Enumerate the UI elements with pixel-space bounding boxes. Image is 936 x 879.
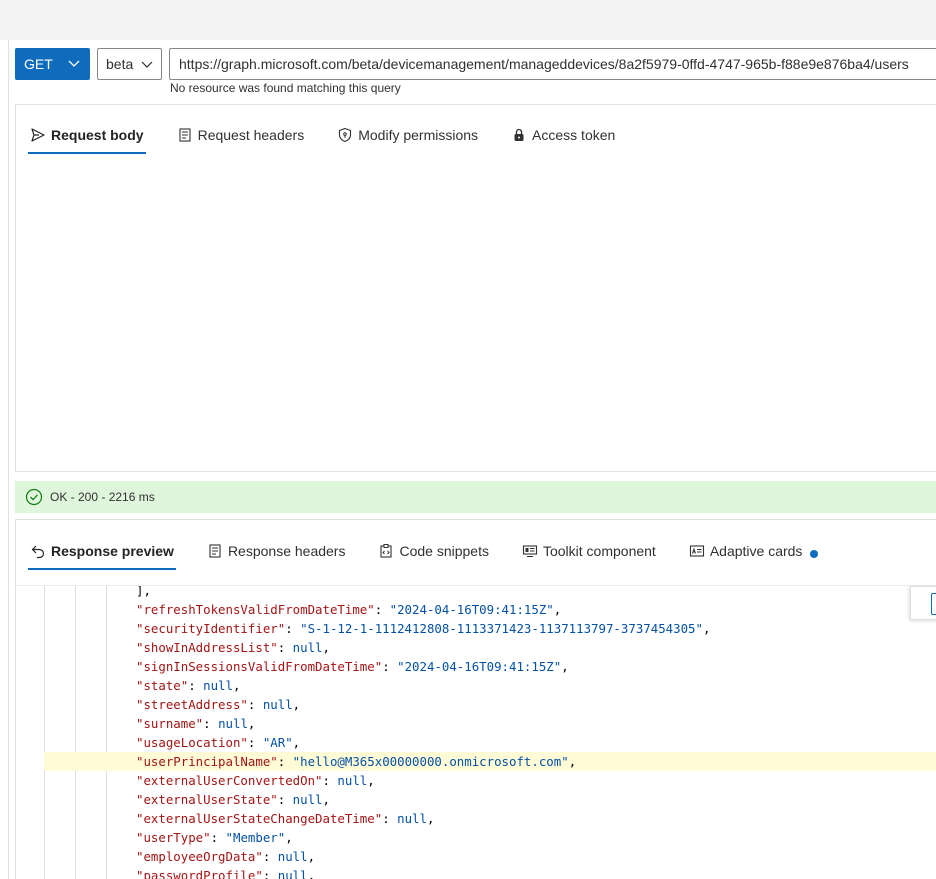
tab-label: Request headers (197, 127, 305, 143)
top-bar (0, 0, 936, 40)
send-icon (31, 128, 45, 142)
tab-adaptive-cards[interactable]: Adaptive cards (689, 533, 819, 569)
code-line: "state": null, (136, 678, 241, 693)
headers-icon (179, 128, 191, 142)
code-line: "surname": null, (136, 716, 256, 731)
tab-label: Code snippets (399, 543, 489, 559)
left-divider (8, 40, 9, 879)
shield-icon (339, 127, 352, 143)
code-line: "userType": "Member", (136, 830, 293, 845)
tab-request-body[interactable]: Request body (28, 117, 146, 154)
code-line: "usageLocation": "AR", (136, 735, 301, 750)
response-code-view[interactable]: ], "refreshTokensValidFromDateTime": "20… (16, 586, 936, 879)
tab-label: Response preview (51, 543, 174, 559)
card-icon (689, 545, 704, 557)
back-arrow-icon (31, 545, 45, 559)
request-panel (15, 104, 936, 472)
tab-response-preview[interactable]: Response preview (28, 533, 176, 570)
http-method-dropdown[interactable]: GET (15, 48, 90, 80)
chevron-down-icon (68, 60, 80, 67)
find-widget-field[interactable] (931, 593, 936, 615)
api-version-dropdown[interactable]: beta (97, 48, 162, 80)
code-line: "showInAddressList": null, (136, 640, 330, 655)
status-bar: OK - 200 - 2216 ms (15, 481, 936, 513)
response-tabs: Response preview Response headers Code s… (28, 533, 851, 570)
tab-access-token[interactable]: Access token (511, 117, 615, 153)
status-text: OK - 200 - 2216 ms (50, 490, 155, 504)
indent-guide (75, 586, 76, 879)
url-error-message: No resource was found matching this quer… (170, 81, 401, 95)
tab-modify-permissions[interactable]: Modify permissions (337, 117, 478, 153)
code-line: "refreshTokensValidFromDateTime": "2024-… (136, 602, 562, 617)
request-tabs: Request body Request headers Modify perm… (28, 117, 648, 154)
api-version-label: beta (106, 56, 134, 72)
code-line: "externalUserState": null, (136, 792, 330, 807)
tab-label: Request body (51, 127, 144, 143)
tab-toolkit-component[interactable]: Toolkit component (522, 533, 656, 569)
headers-icon (209, 544, 221, 558)
tab-request-headers[interactable]: Request headers (177, 117, 305, 153)
check-circle-icon (25, 488, 43, 506)
toolkit-icon (522, 545, 538, 557)
lock-icon (514, 128, 524, 141)
tab-label: Toolkit component (542, 543, 656, 559)
tab-response-headers[interactable]: Response headers (207, 533, 346, 569)
code-line: "passwordProfile": null, (136, 868, 316, 879)
http-method-label: GET (24, 56, 53, 72)
code-line: "streetAddress": null, (136, 697, 301, 712)
tab-label: Adaptive cards (709, 543, 803, 559)
tab-code-snippets[interactable]: Code snippets (378, 533, 489, 569)
code-line: ], (136, 586, 151, 598)
notification-badge (810, 550, 819, 558)
code-line: "signInSessionsValidFromDateTime": "2024… (136, 659, 569, 674)
code-line: "employeeOrgData": null, (136, 849, 316, 864)
snippet-icon (380, 544, 393, 558)
indent-guide (106, 586, 107, 879)
code-line: "externalUserStateChangeDateTime": null, (136, 811, 435, 826)
tab-label: Modify permissions (358, 127, 479, 143)
tab-label: Access token (532, 127, 616, 143)
code-line-selected: "userPrincipalName": "hello@M365x0000000… (136, 754, 577, 769)
code-line: "externalUserConvertedOn": null, (136, 773, 375, 788)
code-line: "securityIdentifier": "S-1-12-1-11124128… (136, 621, 711, 636)
find-widget[interactable] (910, 586, 936, 620)
chevron-down-icon (141, 61, 153, 68)
tab-label: Response headers (227, 543, 346, 559)
indent-guide (44, 586, 45, 879)
request-url-input[interactable]: https://graph.microsoft.com/beta/devicem… (169, 48, 936, 80)
